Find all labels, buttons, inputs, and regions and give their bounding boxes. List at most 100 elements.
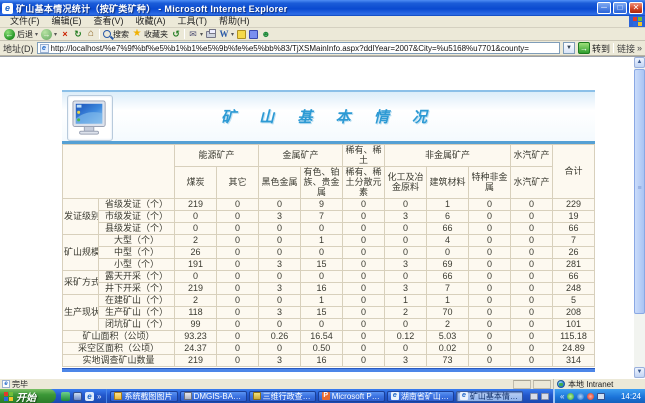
data-cell: 281 [553,258,595,270]
folder-icon [114,392,122,400]
go-button[interactable]: → 转到 [578,42,610,55]
scrollbar-thumb[interactable] [634,69,645,314]
address-dropdown-icon[interactable]: ▼ [563,42,575,54]
summary-row-label: 采空区面积（公顷） [63,342,175,354]
menu-item[interactable]: 收藏(A) [130,16,172,26]
data-cell: 73 [427,354,469,366]
table-row: 采矿方式露天开采（个）000000660066 [63,270,595,282]
forward-dropdown-icon[interactable]: ▾ [54,31,57,38]
data-cell: 2 [175,294,217,306]
data-cell: 0 [469,306,511,318]
data-cell: 16 [301,354,343,366]
search-button[interactable]: 搜索 [103,29,129,40]
messenger-quicklaunch-icon[interactable] [61,392,70,401]
data-cell: 0 [217,198,259,210]
menu-item[interactable]: 文件(F) [4,16,46,26]
data-cell: 0 [511,318,553,330]
ie-quicklaunch-icon[interactable]: e [85,392,94,401]
refresh-button[interactable]: ↻ [73,29,83,39]
back-dropdown-icon[interactable]: ▾ [35,31,38,38]
start-button[interactable]: 开始 [0,389,56,403]
summary-row-label: 矿山面积（公顷） [63,330,175,342]
printer-tray-icon[interactable] [530,393,538,400]
taskbar-button[interactable]: e湖南省矿山地... [387,391,454,402]
quick-launch: e » [56,389,107,403]
tray-collapse-icon[interactable]: « [560,392,564,401]
taskbar-button[interactable]: 三维行政查询... [249,391,316,402]
data-cell: 0 [217,234,259,246]
data-cell: 0 [469,210,511,222]
menu-item[interactable]: 工具(T) [172,16,214,26]
forward-button[interactable]: → ▾ [41,29,57,40]
address-label: 地址(D) [3,42,34,55]
go-arrow-icon: → [578,42,590,54]
print-button[interactable] [206,31,216,38]
start-flag-icon [4,392,13,401]
quicklaunch-overflow-icon[interactable]: » [97,392,101,401]
report-panel: 矿 山 基 本 情 况 能源矿产金属矿产稀有、稀土非金属矿产水汽矿产合计煤炭其它… [62,90,595,372]
row-group-label: 矿山规模 [63,234,99,270]
mail-dropdown-icon[interactable]: ▾ [200,31,203,38]
menu-item[interactable]: 编辑(E) [46,16,88,26]
data-cell: 16 [301,282,343,294]
messenger-button[interactable]: ☻ [261,29,270,39]
data-cell: 219 [175,282,217,294]
data-cell: 2 [175,234,217,246]
column-header: 其它 [217,166,259,198]
data-cell: 0.02 [427,342,469,354]
address-input[interactable]: e http://localhost/%e7%9f%bf%e5%b1%b1%e5… [37,42,560,54]
data-cell: 0 [343,222,385,234]
data-cell: 5.03 [427,330,469,342]
mail-button[interactable]: ✉ ▾ [188,29,203,39]
antivirus-tray-icon[interactable] [567,393,574,400]
row-label: 生产矿山（个） [99,306,175,318]
data-cell: 0 [385,318,427,330]
network-tray-icon[interactable] [577,393,584,400]
panel-bottom-bar [62,368,595,372]
links-menu[interactable]: 链接 » [617,42,642,55]
column-header: 建筑材料 [427,166,469,198]
close-button[interactable]: ✕ [629,2,643,14]
stop-button[interactable]: × [60,29,70,39]
data-cell: 0 [511,246,553,258]
edit-dropdown-icon[interactable]: ▾ [231,31,234,38]
taskbar-button[interactable]: PMicrosoft Pow... [318,391,385,402]
status-left: e 完毕 [2,379,511,390]
taskbar-button-label: 湖南省矿山地... [401,391,450,402]
favorites-button[interactable]: ★ 收藏夹 [132,29,168,40]
display-tray-icon[interactable] [597,393,605,400]
menu-item[interactable]: 帮助(H) [213,16,256,26]
data-cell: 0.50 [301,342,343,354]
ie-icon: e [391,392,399,400]
data-cell: 3 [259,306,301,318]
data-cell: 0 [217,354,259,366]
data-cell: 0 [343,354,385,366]
data-cell: 0 [469,318,511,330]
maximize-button[interactable]: □ [613,2,627,14]
edit-button[interactable]: W ▾ [219,29,234,39]
home-button[interactable]: ⌂ [86,29,96,39]
discuss-button[interactable] [237,30,246,39]
menu-item[interactable]: 查看(V) [88,16,130,26]
row-label: 在建矿山（个） [99,294,175,306]
data-cell: 66 [427,270,469,282]
taskbar-button[interactable]: e矿山基本情况... [456,391,523,402]
media-button[interactable] [249,30,258,39]
data-cell: 0 [175,222,217,234]
show-desktop-icon[interactable] [73,392,82,401]
data-cell: 0.26 [259,330,301,342]
taskbar-button[interactable]: DMGIS-BAI (J:) [180,391,247,402]
scroll-down-icon[interactable]: ▼ [634,367,645,378]
minimize-button[interactable]: － [597,2,611,14]
history-button[interactable]: ↺ [171,29,181,39]
scroll-up-icon[interactable]: ▲ [634,57,645,68]
alert-tray-icon[interactable] [587,393,594,400]
vertical-scrollbar[interactable]: ▲ ▼ [634,57,645,378]
back-button[interactable]: ← 后退 ▾ [4,29,38,40]
taskbar-button[interactable]: 系统截图图片 [110,391,177,402]
device-tray-icon[interactable] [541,393,549,400]
address-separator [613,43,614,53]
table-row: 采空区面积（公顷）24.37000.50000.020024.89 [63,342,595,354]
total-column-header: 合计 [553,145,595,199]
data-cell: 0 [217,342,259,354]
